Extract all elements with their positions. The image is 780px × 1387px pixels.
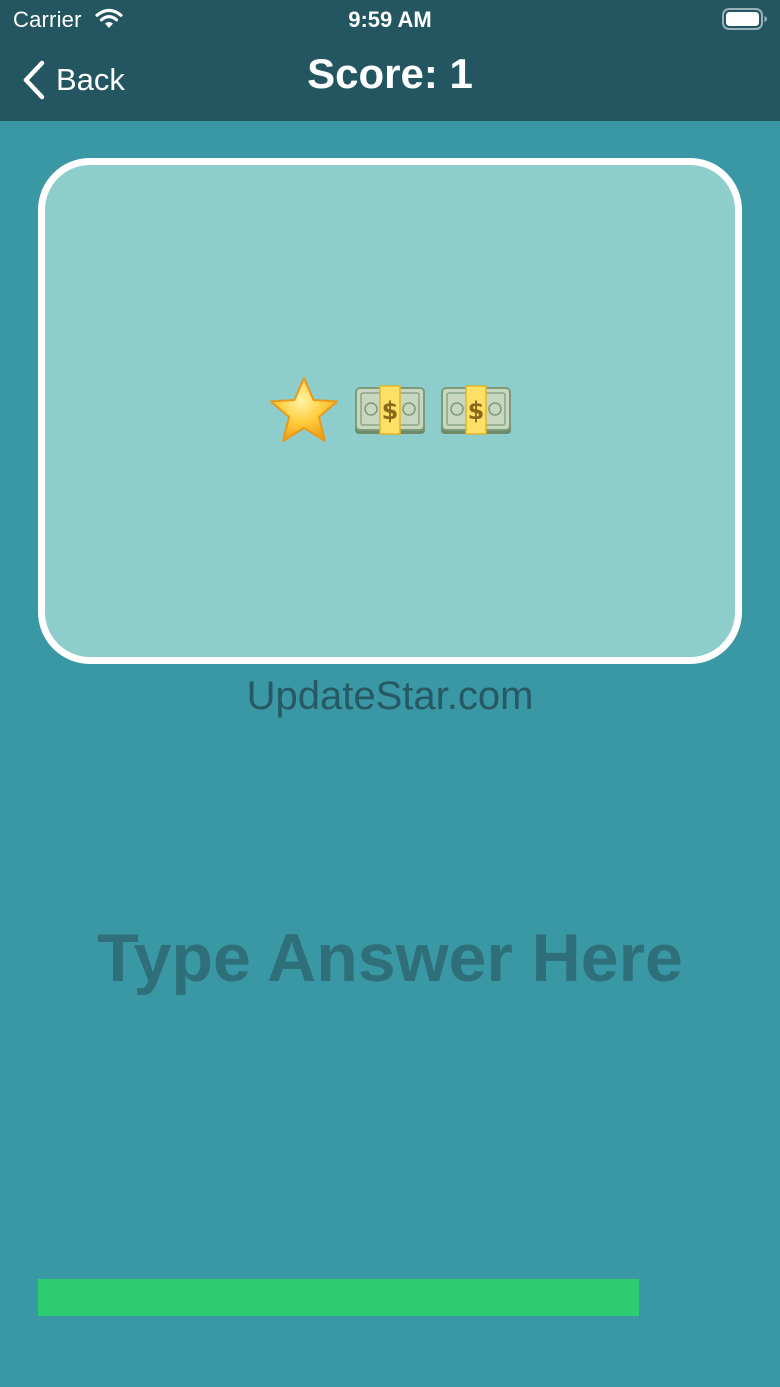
money-bill-emoji: $ bbox=[355, 385, 425, 435]
emoji-clue-row: $ $ bbox=[45, 165, 735, 657]
star-emoji bbox=[270, 377, 338, 442]
timer-progress-bar bbox=[38, 1279, 742, 1316]
answer-input[interactable] bbox=[40, 910, 740, 1006]
timer-progress-fill bbox=[38, 1279, 639, 1316]
game-screen: Carrier 9:59 AM Back Score: 1 $ $ Update… bbox=[0, 0, 780, 1387]
navigation-bar: Carrier 9:59 AM Back Score: 1 bbox=[0, 0, 780, 121]
score-title: Score: 1 bbox=[307, 50, 473, 97]
svg-text:$: $ bbox=[468, 397, 485, 425]
emoji-puzzle-card: $ $ bbox=[38, 158, 742, 664]
status-time: 9:59 AM bbox=[348, 7, 432, 32]
svg-text:$: $ bbox=[382, 397, 399, 425]
battery-full-icon bbox=[722, 8, 767, 30]
watermark-text: UpdateStar.com bbox=[246, 674, 534, 718]
money-bill-emoji: $ bbox=[441, 385, 511, 435]
